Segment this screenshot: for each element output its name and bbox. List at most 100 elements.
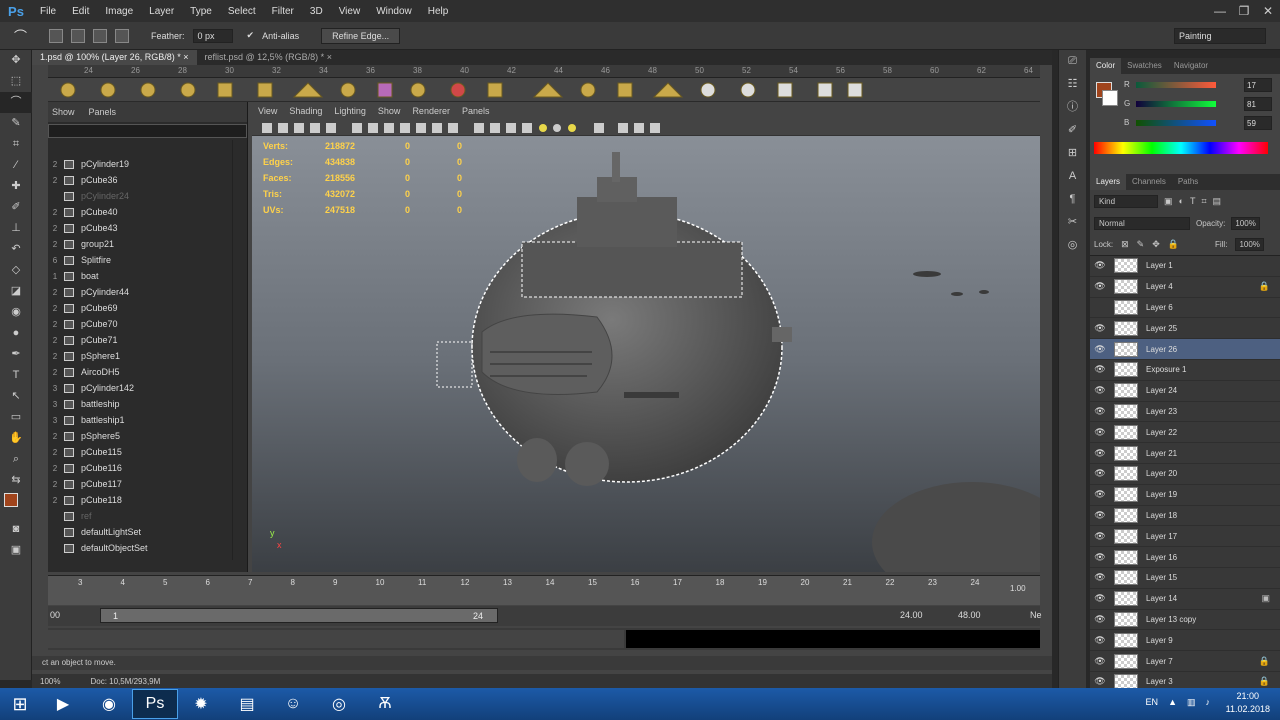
lock-position-icon[interactable]: ✥ xyxy=(1152,239,1160,250)
paragraph-icon[interactable]: ¶ xyxy=(1059,188,1086,211)
media-player-icon[interactable]: ▶ xyxy=(40,689,86,719)
visibility-eye-icon[interactable]: 👁 xyxy=(1090,427,1110,438)
tab-paths[interactable]: Paths xyxy=(1172,174,1204,190)
layer-row[interactable]: 👁 Layer 15 xyxy=(1090,568,1280,589)
stamp-tool-icon[interactable]: ⊥ xyxy=(0,218,32,239)
layer-row[interactable]: 👁 Layer 25 xyxy=(1090,318,1280,340)
tab-swatches[interactable]: Swatches xyxy=(1121,58,1168,74)
outliner-panels-menu[interactable]: Panels xyxy=(89,107,117,117)
range-slider[interactable]: 00 1 24 24.00 48.00 Ne xyxy=(48,606,1042,626)
eraser-tool-icon[interactable]: ◇ xyxy=(0,260,32,281)
outliner-item[interactable]: 2 pSphere1 xyxy=(48,348,247,364)
lock-transparent-icon[interactable]: ⊠ xyxy=(1121,239,1129,250)
layer-row[interactable]: 👁 Layer 13 copy xyxy=(1090,610,1280,631)
visibility-eye-icon[interactable]: 👁 xyxy=(1090,635,1110,646)
outliner-item[interactable]: 2 pCube115 xyxy=(48,444,247,460)
quick-select-tool-icon[interactable]: ✎ xyxy=(0,113,32,134)
intersect-selection-icon[interactable] xyxy=(115,28,130,43)
history-icon[interactable]: ⎚ xyxy=(1059,50,1086,73)
menu-window[interactable]: Window xyxy=(368,6,420,17)
info-icon[interactable]: ⓘ xyxy=(1059,96,1086,119)
viewport-menu-renderer[interactable]: Renderer xyxy=(412,106,450,116)
range-handle[interactable]: 1 24 xyxy=(100,608,498,623)
language-indicator[interactable]: EN xyxy=(1146,697,1159,708)
layer-row[interactable]: 👁 Layer 4 🔒 xyxy=(1090,277,1280,298)
clock[interactable]: 21:00 11.02.2018 xyxy=(1226,690,1270,716)
antialias-checkbox[interactable]: ✔ xyxy=(247,30,255,41)
clone-source-icon[interactable]: ⊞ xyxy=(1059,142,1086,165)
swap-colors-icon[interactable]: ⇆ xyxy=(0,470,32,491)
shape-tool-icon[interactable]: ▭ xyxy=(0,407,32,428)
game-icon[interactable]: ✹ xyxy=(178,689,224,719)
quick-mask-icon[interactable]: ◙ xyxy=(0,519,32,540)
layer-row[interactable]: 👁 Layer 1 xyxy=(1090,256,1280,277)
layer-row[interactable]: 👁 Layer 9 xyxy=(1090,630,1280,652)
brush-preset-icon[interactable]: ✐ xyxy=(1059,119,1086,142)
outliner-item[interactable]: ref xyxy=(48,508,247,524)
viewport-menu-show[interactable]: Show xyxy=(378,106,401,116)
color-bg-swatch[interactable] xyxy=(1102,90,1118,106)
visibility-eye-icon[interactable]: 👁 xyxy=(1090,364,1110,375)
visibility-eye-icon[interactable]: 👁 xyxy=(1090,281,1110,292)
lock-all-icon[interactable]: 🔒 xyxy=(1168,239,1179,250)
bucket-tool-icon[interactable]: ◪ xyxy=(0,281,32,302)
maya-icon[interactable]: Ѫ xyxy=(362,689,408,719)
menu-select[interactable]: Select xyxy=(220,6,264,17)
history-brush-tool-icon[interactable]: ↶ xyxy=(0,239,32,260)
brush-tool-icon[interactable]: ✐ xyxy=(0,197,32,218)
hand-tool-icon[interactable]: ✋ xyxy=(0,428,32,449)
menu-view[interactable]: View xyxy=(331,6,369,17)
outliner-item[interactable]: 2 pCube36 xyxy=(48,172,247,188)
visibility-eye-icon[interactable]: 👁 xyxy=(1090,572,1110,583)
current-frame[interactable]: 1.00 xyxy=(1010,584,1026,593)
outliner-item[interactable]: defaultLightSet xyxy=(48,524,247,540)
pen-tool-icon[interactable]: ✒ xyxy=(0,344,32,365)
b-value[interactable]: 59 xyxy=(1244,116,1272,130)
eyedropper-tool-icon[interactable]: ⁄ xyxy=(0,155,32,176)
file-explorer-icon[interactable]: ▤ xyxy=(224,689,270,719)
filter-smart-icon[interactable]: ▤ xyxy=(1213,196,1222,207)
properties-icon[interactable]: ☷ xyxy=(1059,73,1086,96)
discord-icon[interactable]: ☺ xyxy=(270,689,316,719)
move-tool-icon[interactable]: ✥ xyxy=(0,50,32,71)
outliner-scrollbar[interactable] xyxy=(232,140,246,560)
chrome-icon[interactable]: ◉ xyxy=(86,689,132,719)
type-tool-icon[interactable]: T xyxy=(0,365,32,386)
color-swatches[interactable] xyxy=(0,491,31,519)
outliner-item[interactable]: 2 pCylinder19 xyxy=(48,156,247,172)
r-slider[interactable] xyxy=(1136,82,1216,88)
outliner-item[interactable]: 3 battleship xyxy=(48,396,247,412)
outliner-item[interactable]: 2 pCube71 xyxy=(48,332,247,348)
zoom-tool-icon[interactable]: ⌕ xyxy=(0,449,32,470)
subtract-selection-icon[interactable] xyxy=(93,28,108,43)
visibility-eye-icon[interactable]: 👁 xyxy=(1090,531,1110,542)
layer-row[interactable]: 👁 Layer 23 xyxy=(1090,402,1280,423)
windows-start-icon[interactable]: ⊞ xyxy=(0,688,40,720)
visibility-eye-icon[interactable]: 👁 xyxy=(1090,344,1110,355)
menu-filter[interactable]: Filter xyxy=(264,6,302,17)
layer-row[interactable]: 👁 Layer 18 xyxy=(1090,506,1280,527)
filter-shape-icon[interactable]: ⌗ xyxy=(1201,196,1206,207)
layer-row[interactable]: 👁 Layer 7 🔒 xyxy=(1090,651,1280,672)
tab-layers[interactable]: Layers xyxy=(1090,174,1127,190)
layer-row[interactable]: Layer 6 xyxy=(1090,298,1280,319)
viewport-menu-shading[interactable]: Shading xyxy=(289,106,322,116)
outliner-item[interactable]: defaultObjectSet xyxy=(48,540,247,556)
filter-image-icon[interactable]: ▣ xyxy=(1164,196,1173,207)
filter-adjustment-icon[interactable]: ◐ xyxy=(1179,196,1184,206)
outliner-item[interactable]: 2 pCube70 xyxy=(48,316,247,332)
outliner-item[interactable]: 2 pCube40 xyxy=(48,204,247,220)
visibility-eye-icon[interactable]: 👁 xyxy=(1090,468,1110,479)
visibility-eye-icon[interactable]: 👁 xyxy=(1090,510,1110,521)
tab-1-psd[interactable]: 1.psd @ 100% (Layer 26, RGB/8) * × xyxy=(32,50,197,65)
tab-reflist-psd[interactable]: reflist.psd @ 12,5% (RGB/8) * × xyxy=(197,50,340,65)
close-button[interactable]: ✕ xyxy=(1256,0,1280,22)
layer-row[interactable]: 👁 Exposure 1 xyxy=(1090,360,1280,381)
visibility-eye-icon[interactable]: 👁 xyxy=(1090,489,1110,500)
outliner-item[interactable]: pCylinder24 xyxy=(48,188,247,204)
visibility-eye-icon[interactable]: 👁 xyxy=(1090,260,1110,271)
outliner-item[interactable]: 2 pCube43 xyxy=(48,220,247,236)
obs-icon[interactable]: ◎ xyxy=(316,689,362,719)
shelf-icons[interactable] xyxy=(48,78,1040,102)
layer-row[interactable]: 👁 Layer 19 xyxy=(1090,485,1280,506)
